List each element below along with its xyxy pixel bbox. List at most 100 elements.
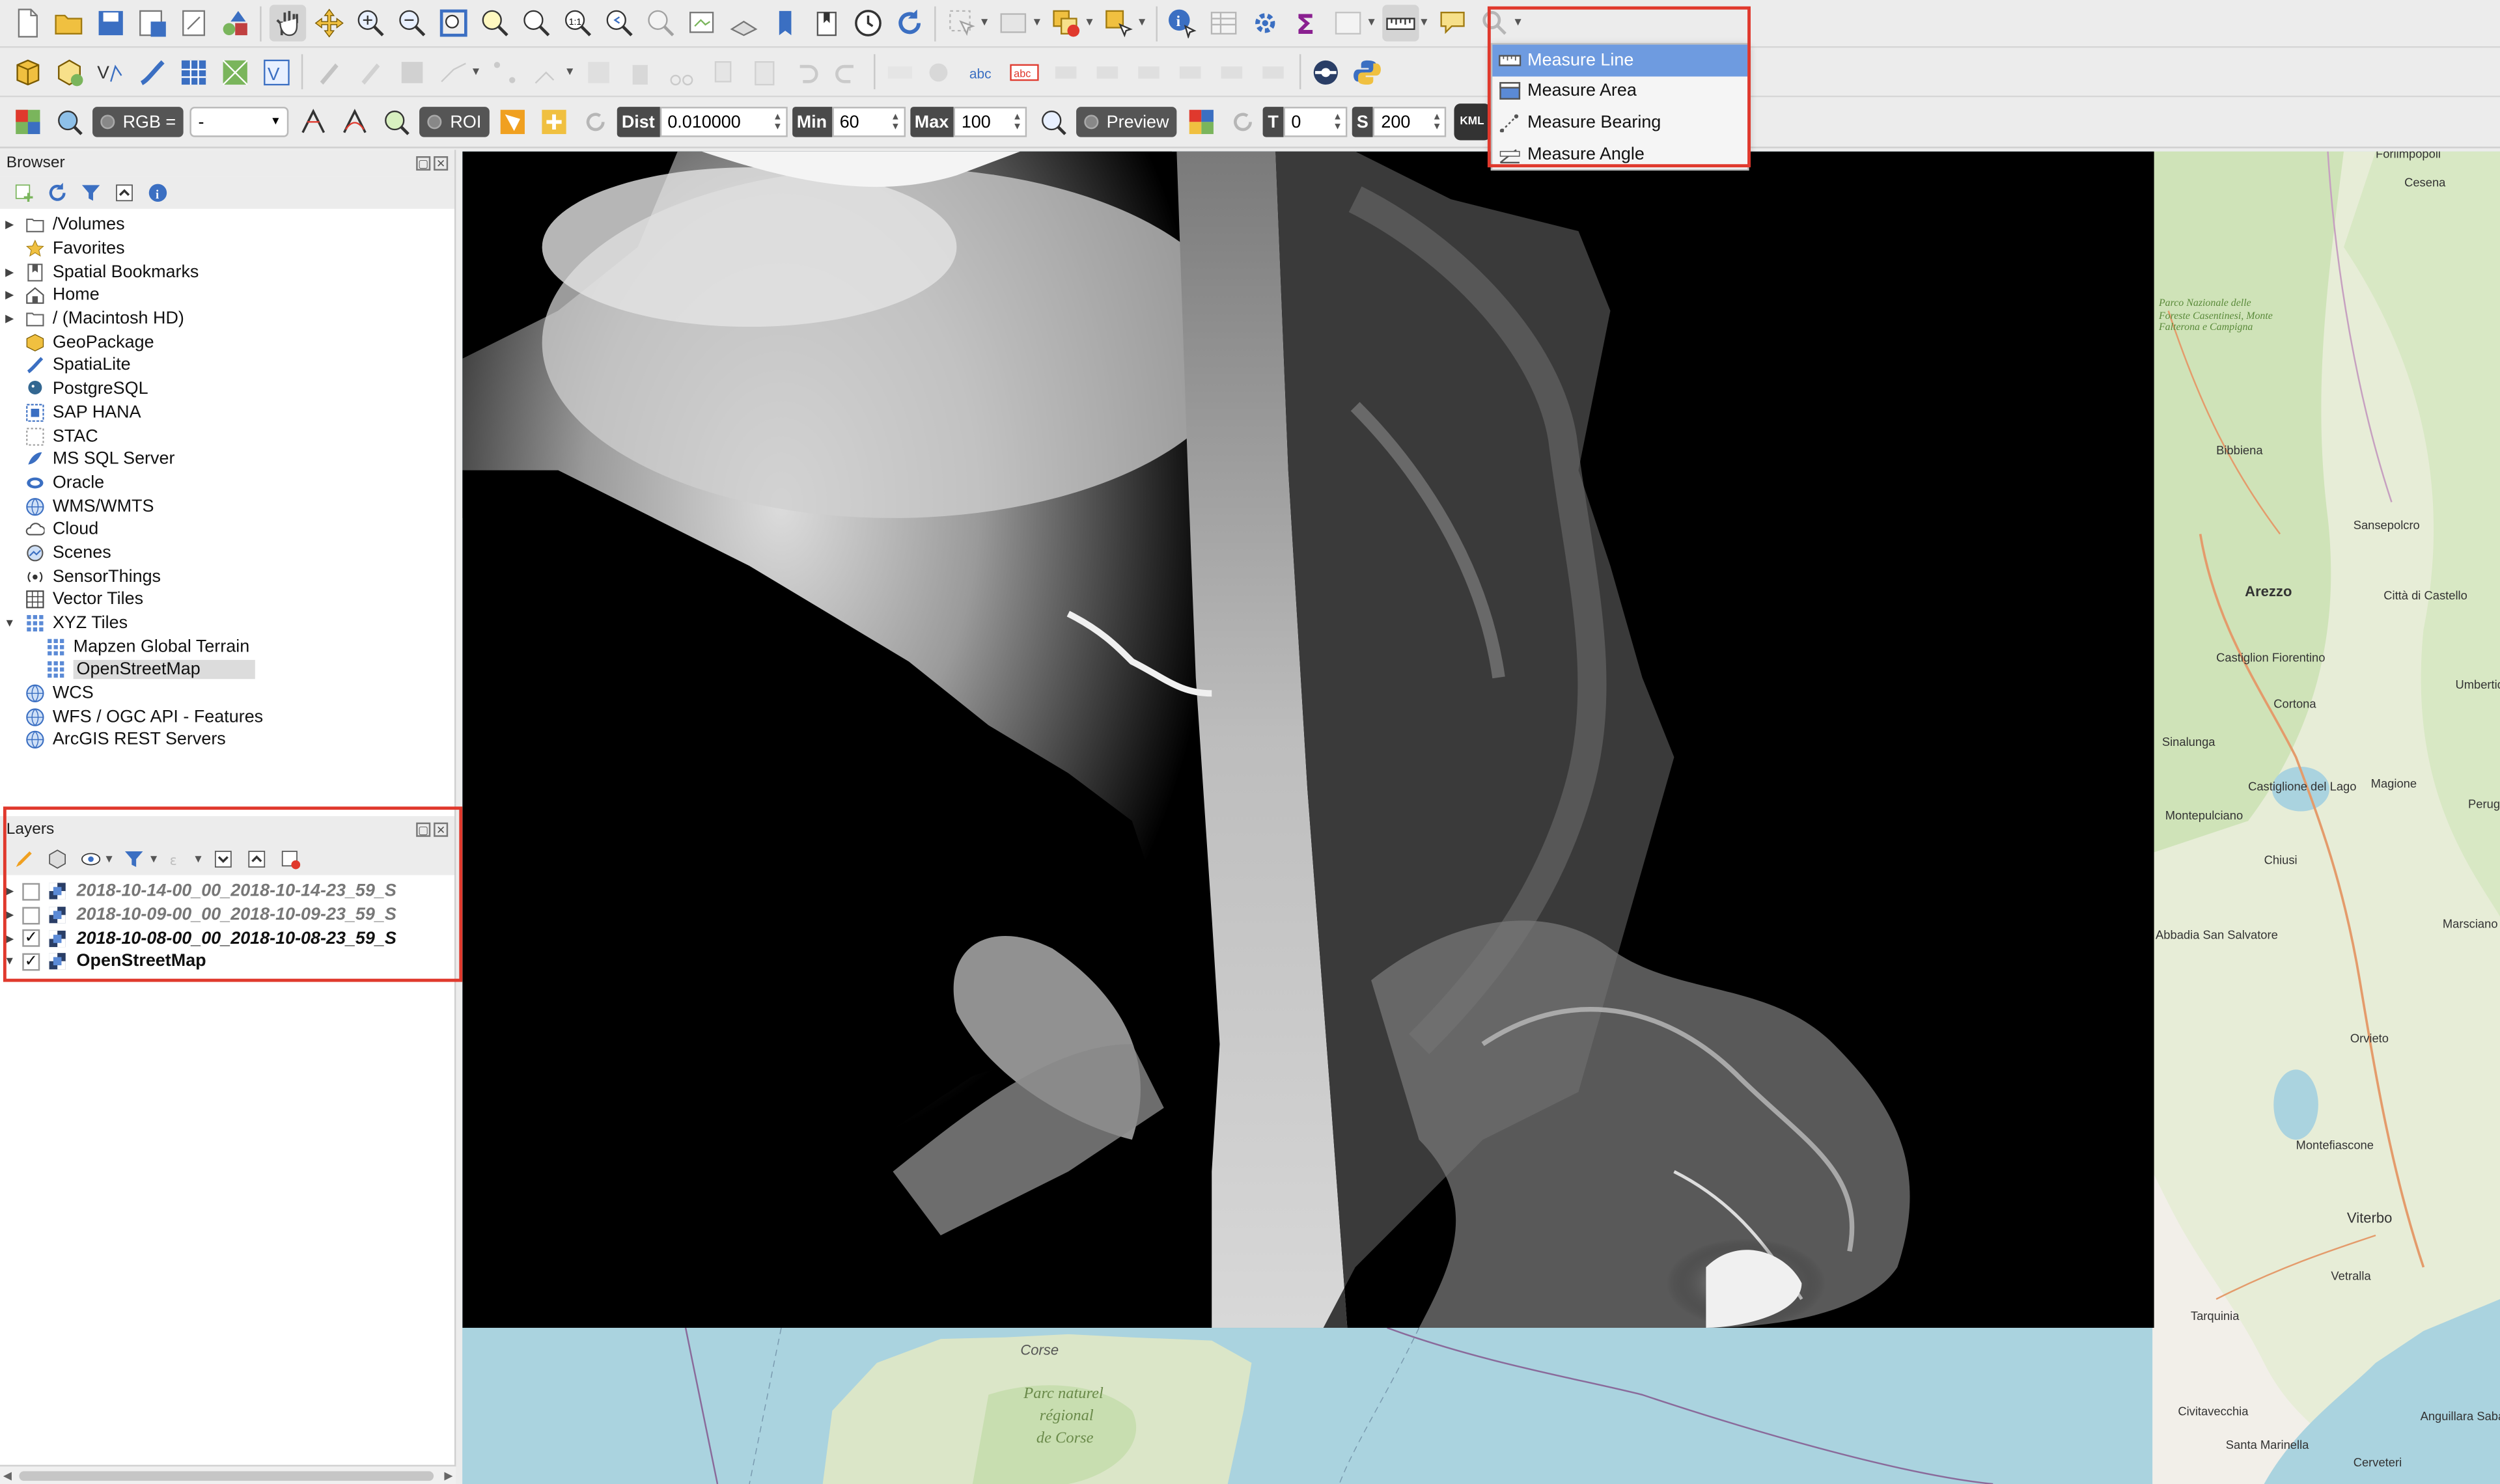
collapsed-arrow-icon[interactable]: ▶ bbox=[0, 932, 19, 944]
browser-item[interactable]: MS SQL Server bbox=[0, 448, 454, 471]
browser-item[interactable]: ▶ Spatial Bookmarks bbox=[0, 260, 454, 284]
change-label-icon[interactable] bbox=[1214, 53, 1251, 90]
layer-visibility-checkbox[interactable] bbox=[22, 883, 40, 901]
browser-item[interactable]: Scenes bbox=[0, 542, 454, 565]
expand-all-icon[interactable] bbox=[210, 845, 238, 873]
browser-item[interactable]: ▼ XYZ Tiles bbox=[0, 612, 454, 635]
scroll-right-icon[interactable]: ▶ bbox=[444, 1469, 452, 1481]
browser-item[interactable]: OpenStreetMap bbox=[0, 659, 454, 682]
browser-item[interactable]: SensorThings bbox=[0, 565, 454, 588]
processing-toolbox-icon[interactable] bbox=[1247, 5, 1284, 41]
data-source-manager-icon[interactable] bbox=[8, 53, 45, 90]
map-canvas[interactable]: Corse Parc naturel régional de Corse Ces… bbox=[462, 151, 2500, 1484]
zoom-next-icon[interactable] bbox=[642, 5, 678, 41]
manage-visibility-icon[interactable] bbox=[76, 845, 104, 873]
deselect-icon[interactable] bbox=[1048, 5, 1085, 41]
redo-icon[interactable] bbox=[829, 53, 866, 90]
new-spatialite-layer-icon[interactable] bbox=[133, 53, 169, 90]
zoom-to-input-image-icon[interactable] bbox=[50, 103, 87, 140]
min-input[interactable]: 60 ▲ ▼ bbox=[831, 107, 906, 137]
preview-toggle[interactable]: Preview bbox=[1076, 107, 1177, 137]
pin-labels-icon[interactable] bbox=[1048, 53, 1085, 90]
redo-roi-icon[interactable] bbox=[577, 103, 614, 140]
new-project-icon[interactable] bbox=[8, 5, 45, 41]
rotate-label-icon[interactable] bbox=[1173, 53, 1209, 90]
zoom-preview-icon[interactable] bbox=[1034, 103, 1070, 140]
add-raster-layer-icon[interactable] bbox=[174, 53, 211, 90]
open-project-icon[interactable] bbox=[50, 5, 87, 41]
collapse-all-icon[interactable] bbox=[243, 845, 271, 873]
show-map-tips-table-icon[interactable] bbox=[1330, 5, 1367, 41]
local-stretch-icon[interactable] bbox=[295, 103, 331, 140]
browser-item[interactable]: WFS / OGC API - Features bbox=[0, 706, 454, 729]
add-group-icon[interactable] bbox=[42, 845, 71, 873]
paste-features-icon[interactable] bbox=[747, 53, 783, 90]
label-properties-icon[interactable] bbox=[1255, 53, 1292, 90]
show-labels-icon[interactable] bbox=[1090, 53, 1126, 90]
cumulative-stretch-icon[interactable] bbox=[336, 103, 372, 140]
toggle-editing-icon[interactable] bbox=[352, 53, 388, 90]
browser-item[interactable]: Mapzen Global Terrain bbox=[0, 635, 454, 659]
browser-item[interactable]: WCS bbox=[0, 682, 454, 706]
attribute-table-icon[interactable] bbox=[1206, 5, 1242, 41]
undo-icon[interactable] bbox=[788, 53, 825, 90]
browser-item[interactable]: WMS/WMTS bbox=[0, 495, 454, 518]
modify-attributes-icon[interactable] bbox=[529, 53, 565, 90]
vertex-tool-icon[interactable] bbox=[487, 53, 523, 90]
show-bookmarks-icon[interactable] bbox=[807, 5, 844, 41]
zoom-native-icon[interactable]: 1:1 bbox=[559, 5, 595, 41]
save-project-icon[interactable] bbox=[92, 5, 128, 41]
menu-item-measure-bearing[interactable]: Measure Bearing bbox=[1492, 107, 1747, 139]
close-panel-icon[interactable]: ✕ bbox=[434, 822, 449, 837]
browser-item[interactable]: Vector Tiles bbox=[0, 588, 454, 612]
t-input[interactable]: 0 ▲ ▼ bbox=[1283, 107, 1348, 137]
expanded-arrow-icon[interactable]: ▼ bbox=[0, 956, 19, 967]
diagram-options-icon[interactable] bbox=[924, 53, 960, 90]
menu-item-measure-angle[interactable]: Measure Angle bbox=[1492, 139, 1747, 170]
browser-item[interactable]: Cloud bbox=[0, 518, 454, 542]
layer-row[interactable]: ▶ 2018-10-09-00_00_2018-10-09-23_59_S bbox=[0, 903, 454, 927]
redo-preview-icon[interactable] bbox=[1224, 103, 1260, 140]
add-vector-layer-icon[interactable]: V bbox=[258, 53, 294, 90]
add-mesh-layer-icon[interactable] bbox=[216, 53, 253, 90]
info-icon[interactable]: i bbox=[143, 178, 171, 207]
collapsed-arrow-icon[interactable]: ▶ bbox=[0, 289, 19, 302]
collapsed-arrow-icon[interactable]: ▶ bbox=[0, 312, 19, 325]
zoom-last-icon[interactable] bbox=[600, 5, 637, 41]
filter-legend-icon[interactable] bbox=[120, 845, 149, 873]
layer-visibility-checkbox[interactable]: ✓ bbox=[22, 953, 40, 971]
save-edits-icon[interactable] bbox=[393, 53, 430, 90]
layer-diagram-icon[interactable]: abc bbox=[1007, 53, 1043, 90]
browser-item[interactable]: SAP HANA bbox=[0, 401, 454, 424]
refresh-icon[interactable] bbox=[42, 178, 71, 207]
locator-search-icon[interactable] bbox=[1477, 5, 1513, 41]
layer-row[interactable]: ▼ ✓ OpenStreetMap bbox=[0, 950, 454, 974]
browser-item[interactable]: PostgreSQL bbox=[0, 378, 454, 401]
delete-selected-icon[interactable] bbox=[622, 53, 659, 90]
remove-layer-icon[interactable] bbox=[276, 845, 305, 873]
browser-item[interactable]: ArcGIS REST Servers bbox=[0, 728, 454, 752]
layer-visibility-checkbox[interactable]: ✓ bbox=[22, 929, 40, 948]
label-toolbar-icon[interactable] bbox=[882, 53, 919, 90]
browser-item[interactable]: STAC bbox=[0, 424, 454, 448]
layer-row[interactable]: ▶ ✓ 2018-10-08-00_00_2018-10-08-23_59_S bbox=[0, 927, 454, 950]
select-by-value-icon[interactable] bbox=[995, 5, 1032, 41]
cut-features-icon[interactable] bbox=[664, 53, 701, 90]
new-shapefile-layer-icon[interactable]: V bbox=[92, 53, 128, 90]
new-map-view-icon[interactable] bbox=[683, 5, 719, 41]
identify-icon[interactable]: i bbox=[1164, 5, 1201, 41]
style-manager-icon[interactable] bbox=[216, 5, 253, 41]
expanded-arrow-icon[interactable]: ▼ bbox=[0, 618, 19, 629]
max-input[interactable]: 100 ▲ ▼ bbox=[953, 107, 1027, 137]
browser-item[interactable]: Oracle bbox=[0, 471, 454, 495]
filter-by-expression-icon[interactable]: ε bbox=[165, 845, 193, 873]
python-console-icon[interactable] bbox=[1350, 53, 1386, 90]
zoom-full-icon[interactable] bbox=[434, 5, 471, 41]
layer-visibility-checkbox[interactable] bbox=[22, 906, 40, 924]
map-tips-icon[interactable] bbox=[1435, 5, 1471, 41]
select-location-icon[interactable] bbox=[1101, 5, 1137, 41]
layer-labeling-icon[interactable]: abc bbox=[965, 53, 1002, 90]
rgb-composite-toggle[interactable]: RGB = bbox=[92, 107, 184, 137]
edit-table-icon[interactable] bbox=[581, 53, 617, 90]
collapsed-arrow-icon[interactable]: ▶ bbox=[0, 885, 19, 898]
